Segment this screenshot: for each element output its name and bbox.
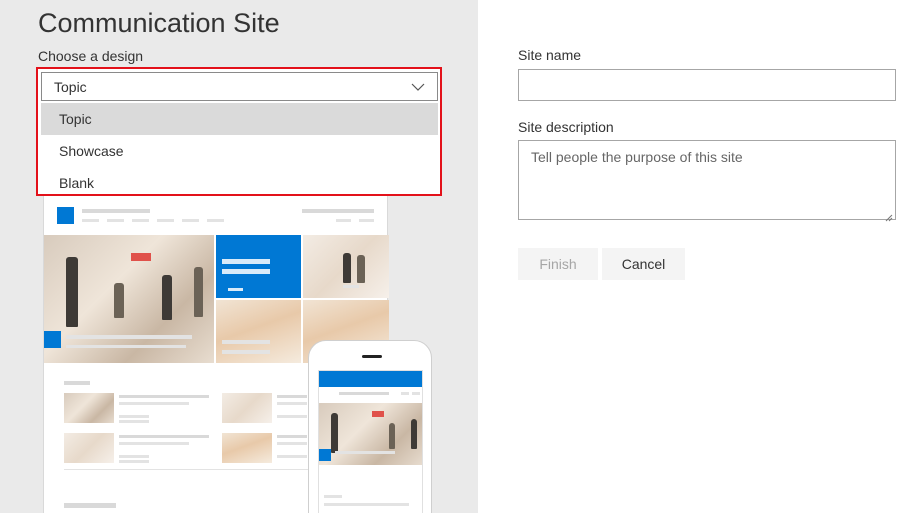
preview-bar (228, 288, 243, 291)
preview-bar (412, 392, 420, 395)
preview-bar (119, 435, 209, 438)
red-lamp (131, 253, 151, 261)
site-name-input[interactable] (518, 69, 896, 101)
phone-screen (318, 370, 423, 513)
preview-bar (324, 495, 342, 498)
preview-bar (277, 402, 307, 405)
design-dropdown-highlight: Topic Topic Showcase Blank (36, 67, 442, 196)
chevron-down-icon (411, 79, 425, 91)
preview-bar (335, 451, 395, 454)
preview-bar (119, 420, 149, 423)
preview-hero-image (44, 235, 214, 363)
site-description-input[interactable]: Tell people the purpose of this site (518, 140, 896, 222)
preview-bar (343, 285, 359, 288)
preview-logo (57, 207, 74, 224)
site-description-placeholder: Tell people the purpose of this site (531, 149, 743, 165)
preview-news-image (222, 433, 272, 463)
preview-bar (222, 269, 270, 274)
resize-grip-icon[interactable] (885, 209, 893, 222)
preview-bar (324, 503, 409, 506)
preview-bar (277, 435, 307, 438)
preview-bar (82, 219, 99, 222)
preview-bar (119, 460, 149, 463)
preview-bar (401, 392, 409, 395)
preview-bar (119, 402, 189, 405)
phone-hero-badge (319, 449, 331, 461)
preview-bar (119, 415, 149, 418)
preview-bar (277, 395, 307, 398)
page-title: Communication Site (38, 8, 280, 38)
preview-bar (82, 209, 150, 213)
mobile-preview (308, 340, 432, 513)
design-option-blank[interactable]: Blank (41, 167, 438, 199)
preview-bar (157, 219, 174, 222)
design-panel: Communication Site Choose a design Topic… (0, 0, 478, 513)
person-figure (411, 419, 417, 449)
preview-bar (119, 395, 209, 398)
site-description-label: Site description (518, 119, 614, 135)
preview-bar (336, 219, 351, 222)
preview-bar (339, 392, 389, 395)
preview-bar (359, 219, 374, 222)
preview-bar (107, 219, 124, 222)
preview-divider (64, 469, 314, 470)
preview-bar (119, 442, 189, 445)
preview-bar (64, 503, 116, 508)
preview-bar (119, 455, 149, 458)
design-label: Choose a design (38, 48, 144, 64)
red-lamp (372, 411, 384, 417)
preview-news-image (64, 393, 114, 423)
preview-bar (182, 219, 199, 222)
phone-speaker (362, 355, 382, 358)
preview-bar (64, 381, 90, 385)
preview-bar (222, 340, 270, 344)
site-name-label: Site name (518, 47, 582, 63)
preview-tile-image (303, 235, 389, 298)
design-options-menu: Topic Showcase Blank (41, 103, 438, 199)
preview-bar (302, 209, 374, 213)
phone-hero-image (319, 403, 422, 465)
person-figure (357, 255, 365, 283)
preview-tile-image (216, 300, 301, 363)
design-select[interactable]: Topic (41, 72, 438, 101)
preview-news-image (64, 433, 114, 463)
preview-bar (277, 442, 307, 445)
preview-news-image (222, 393, 272, 423)
person-figure (194, 267, 203, 317)
preview-bar (207, 219, 224, 222)
person-figure (114, 283, 124, 318)
person-figure (331, 413, 338, 453)
person-figure (162, 275, 172, 320)
preview-bar (277, 415, 307, 418)
preview-tile (216, 235, 301, 298)
finish-button[interactable]: Finish (518, 248, 598, 280)
design-select-value: Topic (54, 79, 87, 95)
preview-bar (222, 259, 270, 264)
preview-hero-badge (44, 331, 61, 348)
person-figure (343, 253, 351, 283)
preview-bar (222, 350, 270, 354)
phone-top-bar (319, 371, 422, 387)
preview-bar (132, 219, 149, 222)
preview-bar (277, 455, 307, 458)
preview-bar (66, 335, 192, 339)
preview-bar (66, 345, 186, 348)
person-figure (66, 257, 78, 327)
cancel-button[interactable]: Cancel (602, 248, 685, 280)
design-option-showcase[interactable]: Showcase (41, 135, 438, 167)
design-option-topic[interactable]: Topic (41, 103, 438, 135)
person-figure (389, 423, 395, 449)
